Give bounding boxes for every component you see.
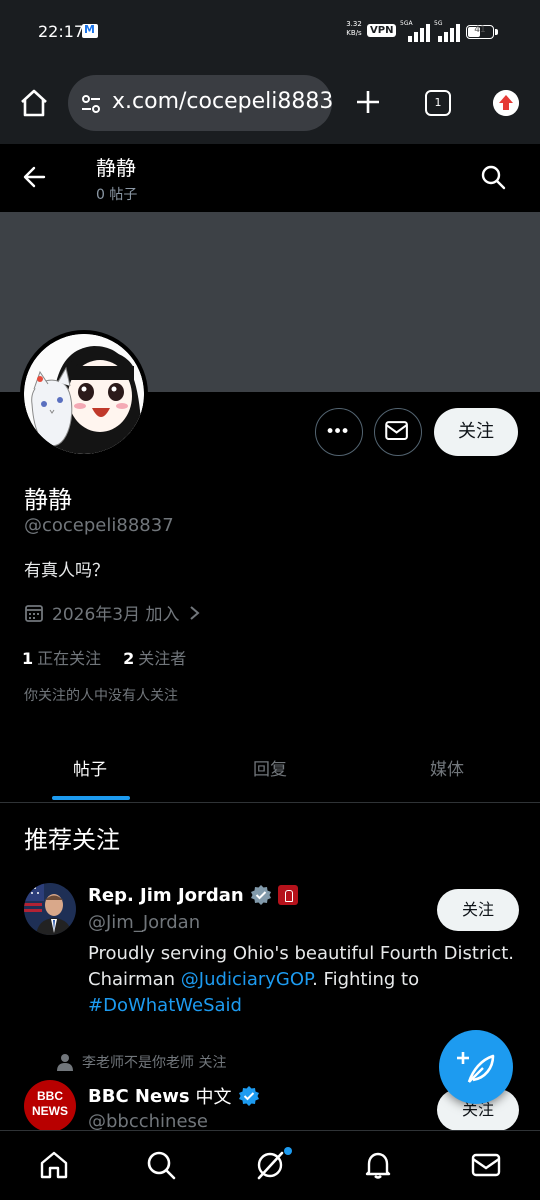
recommendation-handle: @Jim_Jordan bbox=[88, 912, 201, 933]
vpn-badge: VPN bbox=[367, 24, 397, 37]
profile-avatar[interactable] bbox=[20, 330, 148, 458]
battery-icon: 41 bbox=[466, 25, 498, 39]
site-settings-icon[interactable] bbox=[80, 93, 102, 115]
profile-tabs: 帖子 回复 媒体 bbox=[0, 735, 540, 803]
verified-badge-icon bbox=[238, 1086, 259, 1106]
browser-toolbar: x.com/cocepeli88837 1 bbox=[0, 62, 540, 144]
follow-button[interactable]: 关注 bbox=[434, 408, 518, 456]
compose-post-button[interactable] bbox=[439, 1030, 513, 1104]
person-icon bbox=[57, 1054, 73, 1071]
tab-media[interactable]: 媒体 bbox=[430, 755, 464, 780]
verified-badge-icon bbox=[250, 885, 271, 905]
social-context: 李老师不是你老师 关注 bbox=[56, 1052, 226, 1072]
header-post-count: 0 帖子 bbox=[96, 187, 138, 203]
bottom-navigation bbox=[0, 1130, 540, 1200]
new-tab-icon[interactable] bbox=[354, 88, 382, 116]
follow-button[interactable]: 关注 bbox=[437, 889, 519, 931]
mention-link[interactable]: @JudiciaryGOP bbox=[181, 969, 312, 990]
followers-stat[interactable]: 2 关注者 bbox=[123, 645, 186, 669]
grok-icon[interactable] bbox=[254, 1149, 286, 1181]
more-options-button[interactable] bbox=[315, 408, 363, 456]
messages-mail-icon[interactable] bbox=[470, 1149, 502, 1181]
who-to-follow-title: 推荐关注 bbox=[24, 826, 120, 854]
bbc-news-avatar: BBC NEWS bbox=[24, 1080, 76, 1132]
header-name: 静静 bbox=[96, 156, 136, 180]
more-dots-icon bbox=[327, 428, 348, 433]
message-button[interactable] bbox=[374, 408, 422, 456]
profile-header: 静静 0 帖子 bbox=[0, 144, 540, 212]
tab-switcher-button[interactable]: 1 bbox=[425, 90, 451, 116]
gmail-notification-icon bbox=[82, 23, 98, 38]
notifications-bell-icon[interactable] bbox=[362, 1149, 394, 1181]
network-speed: 3.32 KB/s bbox=[346, 20, 362, 37]
profile-bio: 有真人吗？ bbox=[24, 561, 109, 581]
compose-feather-icon bbox=[457, 1052, 495, 1083]
follow-stats: 1 正在关注 2 关注者 bbox=[22, 645, 186, 669]
active-tab-indicator bbox=[52, 796, 130, 800]
recommendation-name: Rep. Jim Jordan bbox=[88, 884, 298, 906]
tab-posts[interactable]: 帖子 bbox=[73, 755, 107, 780]
jim-jordan-avatar bbox=[24, 883, 76, 935]
status-bar: 22:17 3.32 KB/s VPN 5GA 5G 41 bbox=[0, 0, 540, 62]
back-arrow-icon[interactable] bbox=[22, 164, 48, 190]
address-bar[interactable]: x.com/cocepeli88837 bbox=[68, 75, 332, 131]
signal-strength-icon bbox=[434, 22, 464, 42]
explore-search-icon[interactable] bbox=[145, 1149, 177, 1181]
recommendation-bio: Proudly serving Ohio's beautiful Fourth … bbox=[88, 943, 515, 1016]
joined-date[interactable]: 2026年3月 加入 bbox=[24, 600, 201, 625]
profile-handle: @cocepeli88837 bbox=[24, 515, 174, 536]
hashtag-link[interactable]: #DoWhatWeSaid bbox=[88, 995, 242, 1016]
home-icon[interactable] bbox=[38, 1149, 70, 1181]
notification-dot bbox=[284, 1147, 292, 1155]
mutual-followers-note: 你关注的人中没有人关注 bbox=[24, 688, 178, 704]
tab-replies[interactable]: 回复 bbox=[253, 755, 287, 780]
mail-icon bbox=[385, 421, 408, 441]
recommendation-handle: @bbcchinese bbox=[88, 1111, 208, 1132]
signal-strength-icon bbox=[404, 22, 434, 42]
calendar-icon bbox=[25, 604, 43, 622]
search-icon[interactable] bbox=[480, 164, 506, 190]
government-affiliation-icon bbox=[277, 885, 298, 905]
recommendation-name: BBC News 中文 bbox=[88, 1083, 260, 1109]
chevron-right-icon bbox=[190, 605, 201, 620]
profile-display-name: 静静 bbox=[24, 486, 72, 514]
clock: 22:17 bbox=[38, 22, 85, 41]
following-stat[interactable]: 1 正在关注 bbox=[22, 645, 101, 669]
avatar-illustration bbox=[24, 334, 144, 454]
update-arrow-icon[interactable] bbox=[493, 90, 519, 116]
url-text: x.com/cocepeli88837 bbox=[112, 89, 332, 114]
home-icon[interactable] bbox=[18, 87, 50, 119]
